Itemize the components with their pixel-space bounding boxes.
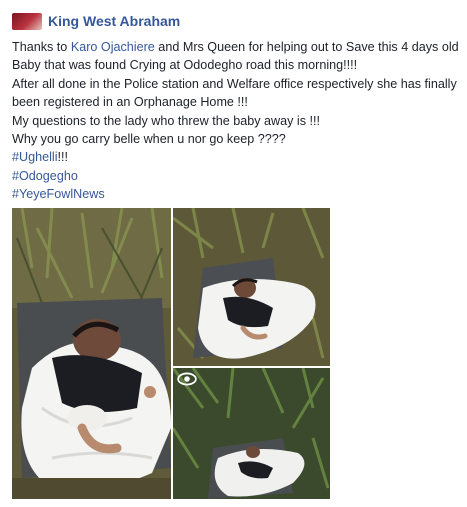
post-text: Thanks to Karo Ojachiere and Mrs Queen f… <box>12 38 459 204</box>
post-photo-2[interactable] <box>173 208 330 366</box>
line-1-end: and Mrs Queen for helping out to Save th… <box>154 40 459 54</box>
hashtag-yeyefowlnews[interactable]: #YeyeFowlNews <box>12 187 105 201</box>
photo-3-image <box>173 368 330 499</box>
post-photo-1[interactable] <box>12 208 171 499</box>
post-line-1: Thanks to Karo Ojachiere and Mrs Queen f… <box>12 38 459 56</box>
post-line-4: been registered in an Orphanage Home !!! <box>12 95 248 110</box>
hashtag-suffix: !!! <box>57 150 69 165</box>
post-line-6: Why you go carry belle when u nor go kee… <box>12 132 286 147</box>
line-1-start: Thanks to <box>12 40 71 54</box>
post-header: King West Abraham <box>12 10 180 32</box>
post-line-3: After all done in the Police station and… <box>12 76 457 91</box>
post-line-5: My questions to the lady who threw the b… <box>12 113 321 128</box>
photo-1-image <box>12 208 171 499</box>
author-avatar[interactable] <box>12 12 42 30</box>
hashtag-line-2: #Odogegho <box>12 167 458 185</box>
post-photo-3[interactable] <box>173 368 330 499</box>
author-name[interactable]: King West Abraham <box>48 13 180 29</box>
hashtag-odogegho[interactable]: #Odogegho <box>12 169 78 183</box>
post-line-2: Baby that was found Crying at Ododegho r… <box>12 58 358 73</box>
eye-icon[interactable] <box>177 372 197 386</box>
facebook-post: King West Abraham Thanks to Karo Ojachie… <box>0 0 467 507</box>
mention-karo[interactable]: Karo Ojachiere <box>71 40 155 54</box>
hashtag-line-1: #Ughelli!!! <box>12 148 458 166</box>
photo-2-image <box>173 208 330 366</box>
hashtag-ughelli[interactable]: #Ughelli <box>12 150 58 164</box>
hashtag-line-3: #YeyeFowlNews <box>12 185 458 203</box>
